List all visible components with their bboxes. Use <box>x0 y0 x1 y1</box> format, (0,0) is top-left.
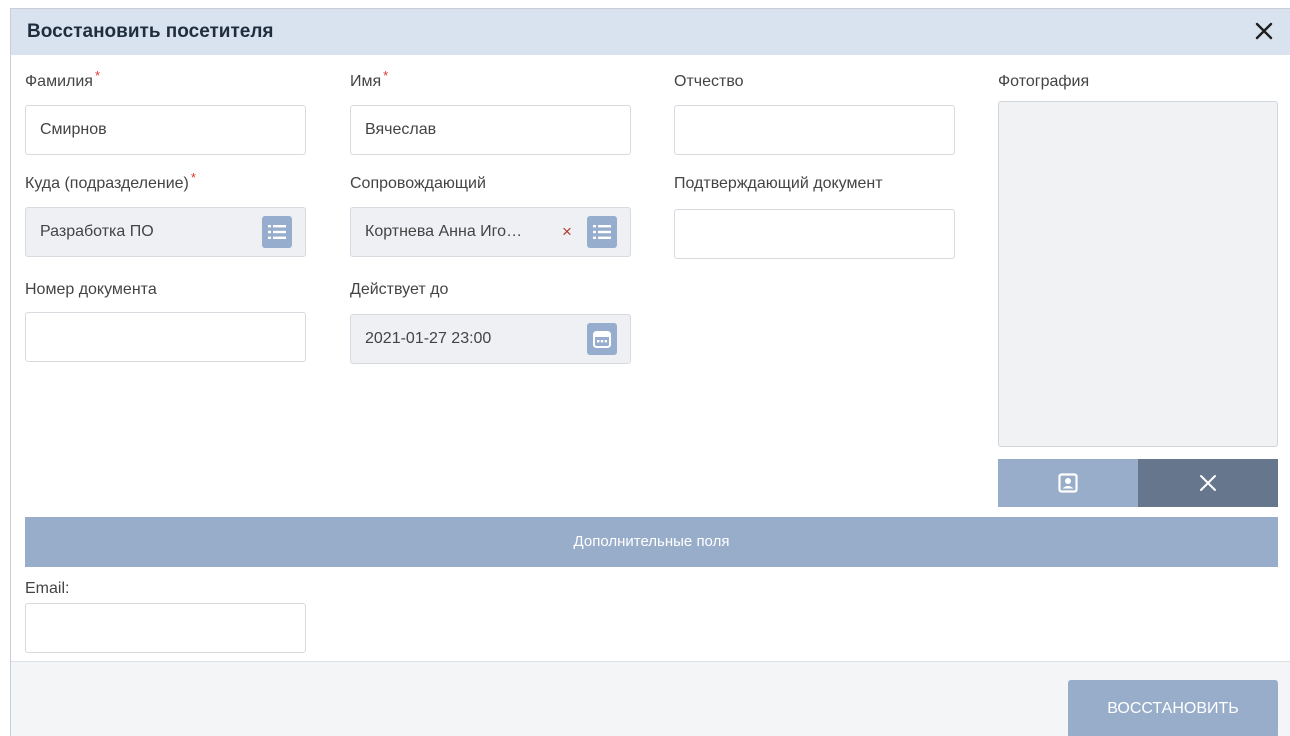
photo-label: Фотография <box>998 73 1090 90</box>
list-icon[interactable] <box>262 216 292 248</box>
portrait-icon <box>1058 473 1078 498</box>
first-name-field[interactable]: Вячеслав <box>350 105 631 155</box>
department-value: Разработка ПО <box>40 223 154 240</box>
last-name-field[interactable]: Смирнов <box>25 105 306 155</box>
valid-until-value: 2021-01-27 23:00 <box>365 330 492 347</box>
email-field[interactable] <box>25 603 306 653</box>
escort-field[interactable]: Кортнева Анна Иго… × <box>350 207 631 257</box>
department-label-text: Куда (подразделение) <box>25 175 189 192</box>
first-name-value: Вячеслав <box>365 121 437 138</box>
escort-label: Сопровождающий <box>350 175 486 192</box>
doc-number-field[interactable] <box>25 312 306 362</box>
escort-value: Кортнева Анна Иго… <box>365 223 523 240</box>
dialog-header: Восстановить посетителя <box>11 9 1290 55</box>
list-icon[interactable] <box>587 216 617 248</box>
calendar-icon[interactable] <box>587 323 617 355</box>
required-mark: * <box>383 68 389 83</box>
last-name-label-text: Фамилия <box>25 73 93 90</box>
department-field[interactable]: Разработка ПО <box>25 207 306 257</box>
restore-visitor-dialog: Восстановить посетителя Фамилия * Смирнов… <box>10 8 1290 736</box>
close-icon[interactable] <box>1251 18 1277 44</box>
required-mark: * <box>190 170 196 185</box>
close-icon <box>1199 474 1217 497</box>
last-name-label: Фамилия * <box>25 68 100 91</box>
extra-fields-toggle[interactable]: Дополнительные поля <box>25 517 1278 567</box>
photo-area[interactable] <box>998 101 1278 447</box>
first-name-label: Имя * <box>350 68 388 91</box>
confirm-doc-field[interactable] <box>674 209 955 259</box>
department-label: Куда (подразделение) * <box>25 170 196 193</box>
select-photo-button[interactable] <box>998 459 1138 507</box>
remove-photo-button[interactable] <box>1138 459 1278 507</box>
last-name-value: Смирнов <box>40 121 107 138</box>
valid-until-label: Действует до <box>350 281 449 298</box>
doc-number-label: Номер документа <box>25 281 157 298</box>
valid-until-field[interactable]: 2021-01-27 23:00 <box>350 314 631 364</box>
email-label: Email: <box>25 580 70 597</box>
patronymic-label: Отчество <box>674 73 744 90</box>
dialog-title: Восстановить посетителя <box>27 21 274 42</box>
restore-button[interactable]: ВОССТАНОВИТЬ <box>1068 680 1278 736</box>
dialog-footer: ВОССТАНОВИТЬ <box>11 661 1290 736</box>
first-name-label-text: Имя <box>350 73 382 90</box>
patronymic-field[interactable] <box>674 105 955 155</box>
clear-escort-icon[interactable]: × <box>562 208 572 256</box>
confirm-doc-label: Подтверждающий документ <box>674 175 883 192</box>
required-mark: * <box>94 68 100 83</box>
